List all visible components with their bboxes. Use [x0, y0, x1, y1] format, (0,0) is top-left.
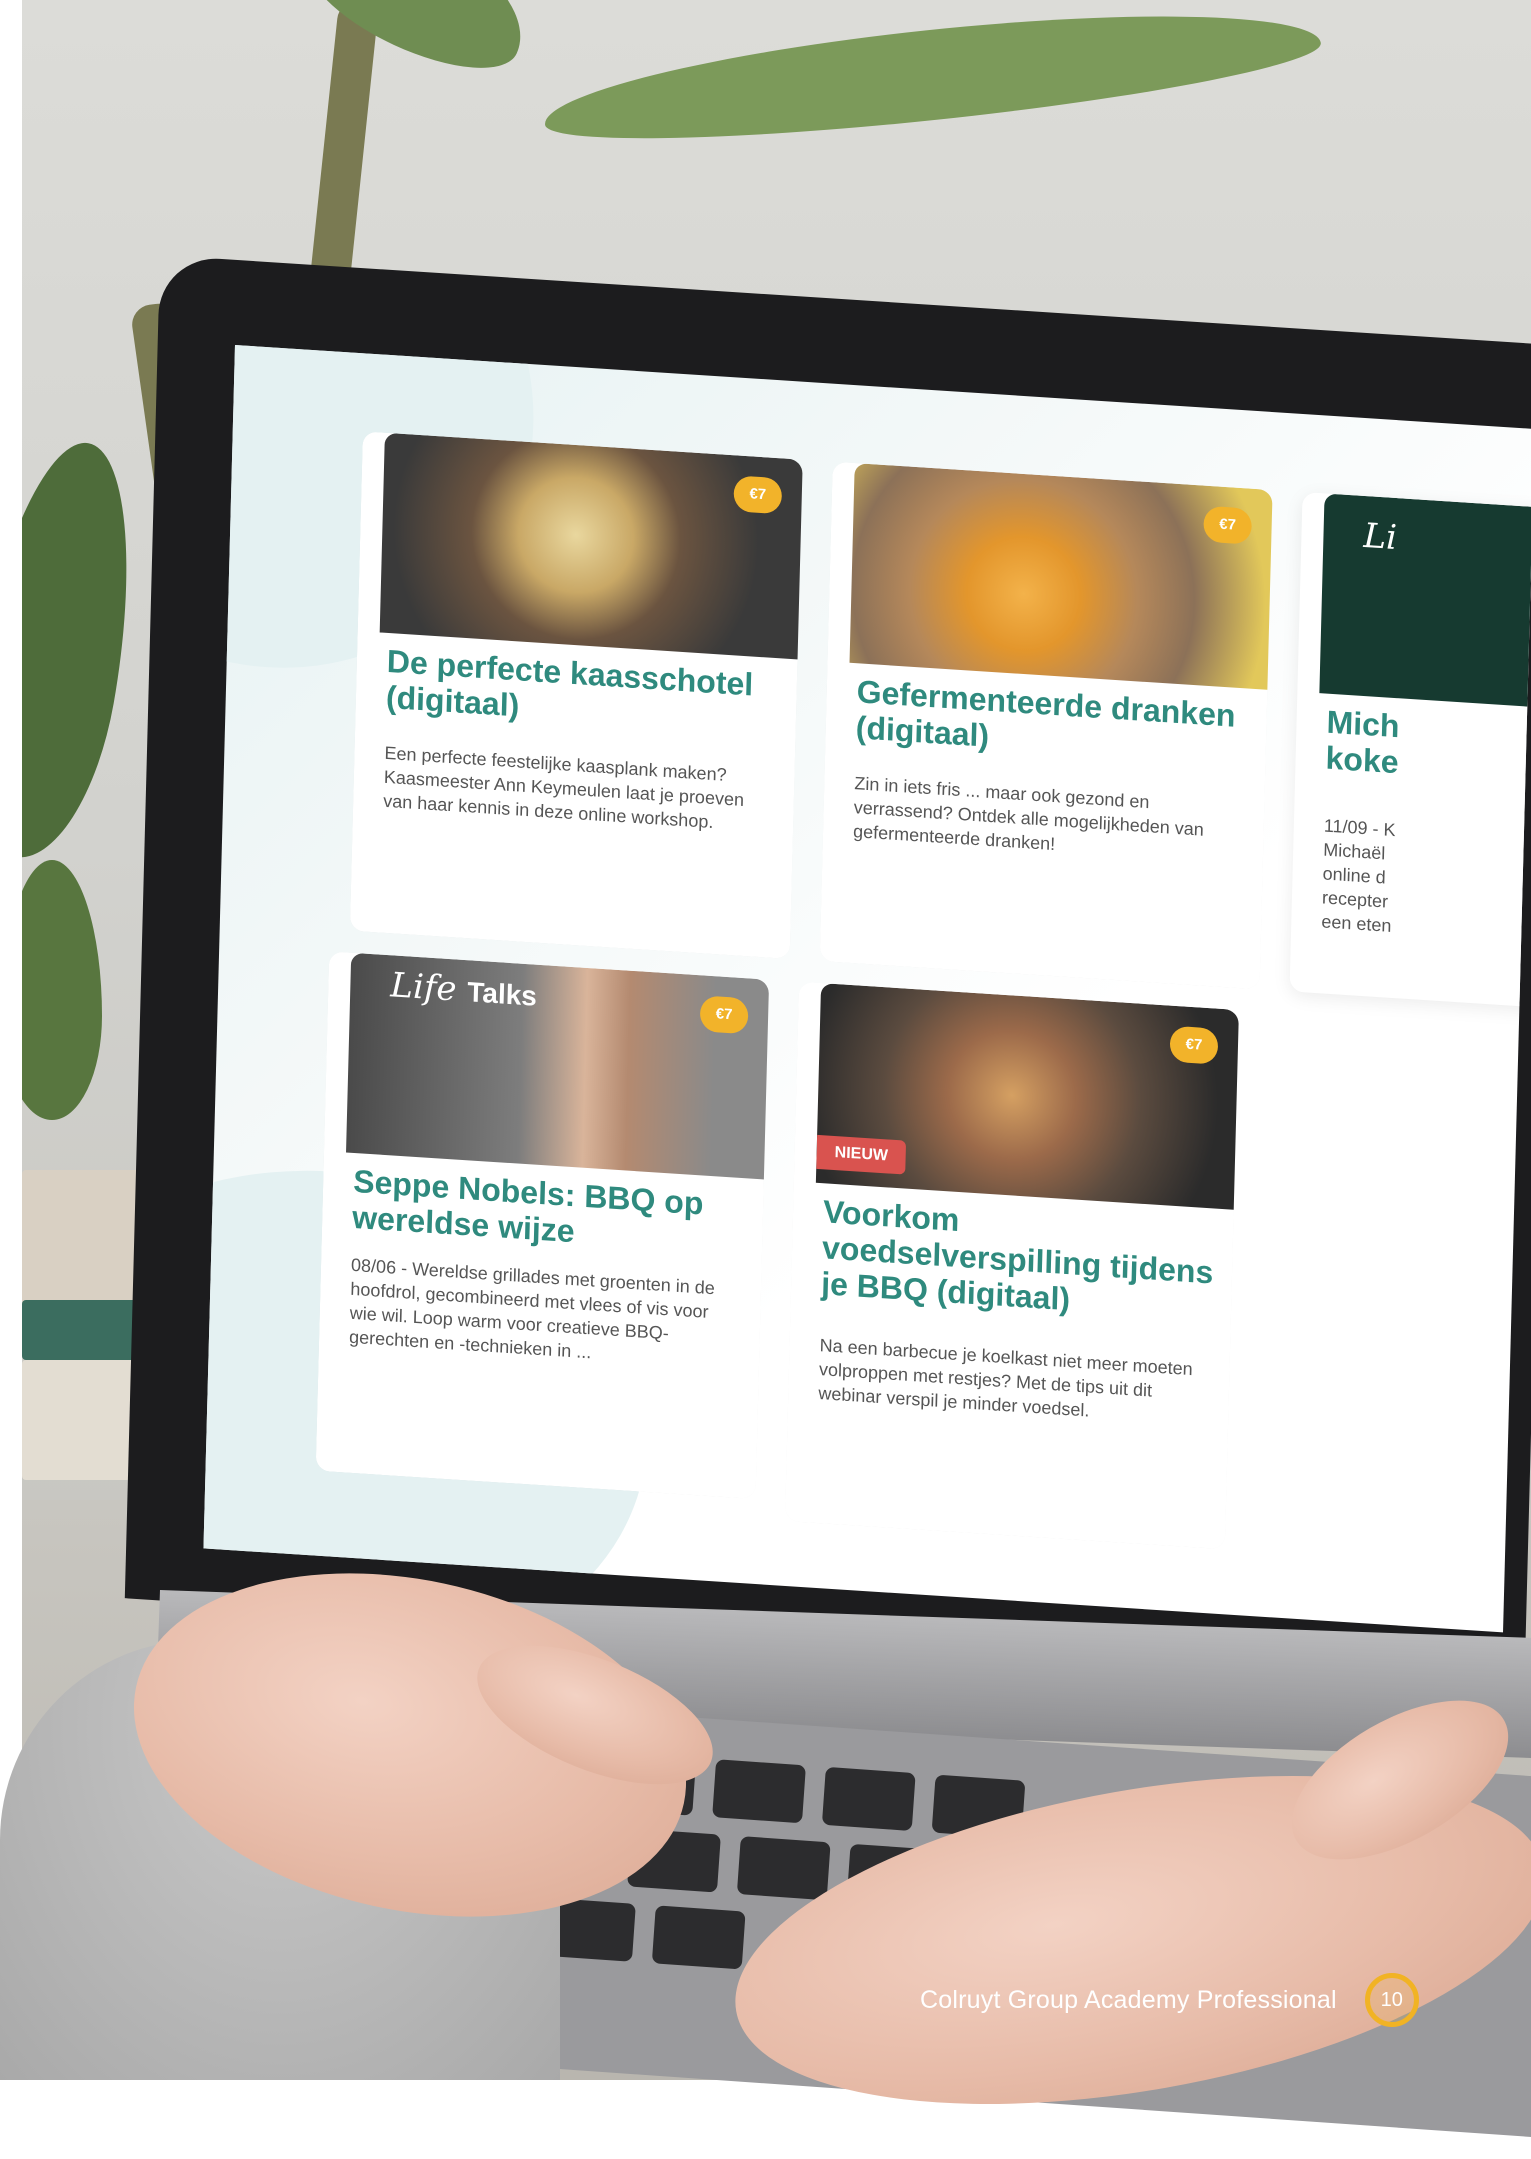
price-badge: €7: [1169, 1025, 1219, 1065]
plant-leaf: [289, 0, 545, 94]
card-image-fermented-drinks: [849, 463, 1273, 691]
life-talks-logo: Life Talks: [389, 965, 538, 1012]
course-card[interactable]: Li Mich koke 11/09 - K Michaël online d …: [1289, 491, 1531, 1020]
course-card[interactable]: €7 Gefermenteerde dranken (digitaal) Zin…: [819, 461, 1273, 990]
laptop-screen: €7 De perfecte kaasschotel (digitaal) Ee…: [203, 345, 1531, 1633]
page-footer: Colruyt Group Academy Professional 10: [920, 1973, 1419, 2027]
card-image-bbq-skewers: NIEUW: [815, 983, 1239, 1211]
card-image-partial: Li: [1319, 493, 1531, 721]
key: [651, 1905, 746, 1970]
course-card[interactable]: Life Talks €7 Seppe Nobels: BBQ op werel…: [315, 951, 770, 1500]
card-title[interactable]: Mich koke: [1325, 704, 1400, 781]
plant-leaf: [22, 431, 158, 869]
course-card[interactable]: NIEUW €7 Voorkom voedselverspilling tijd…: [784, 981, 1239, 1550]
new-badge: NIEUW: [816, 1134, 907, 1175]
page-number: 10: [1364, 1973, 1419, 2027]
card-image-cheese: [379, 432, 803, 661]
price-badge: €7: [1203, 505, 1253, 545]
key: [821, 1766, 916, 1832]
plant-leaf: [22, 860, 102, 1120]
footer-text: Colruyt Group Academy Professional: [920, 1985, 1337, 2014]
course-card[interactable]: €7 De perfecte kaasschotel (digitaal) Ee…: [349, 431, 803, 960]
card-description: 11/09 - K Michaël online d recepter een …: [1321, 815, 1396, 936]
life-talks-logo: Li: [1362, 515, 1398, 559]
plant-leaf: [539, 0, 1325, 161]
card-image-chef-portrait: Life Talks: [346, 952, 770, 1181]
key: [712, 1759, 806, 1824]
price-badge: €7: [699, 995, 749, 1035]
key: [736, 1836, 831, 1901]
price-badge: €7: [733, 475, 783, 515]
